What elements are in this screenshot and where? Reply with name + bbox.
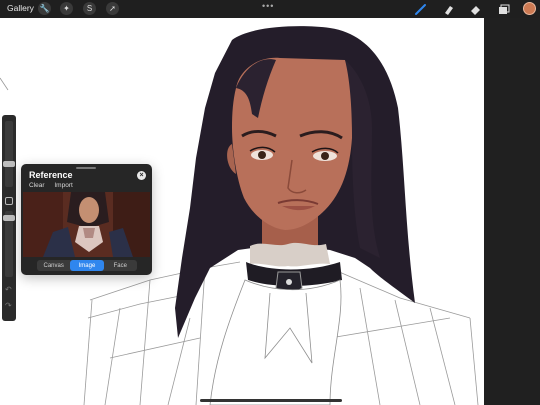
brush-size-slider[interactable] bbox=[3, 121, 15, 187]
more-menu-button[interactable]: ••• bbox=[262, 1, 274, 11]
undo-icon[interactable]: ↶ bbox=[5, 285, 12, 294]
opacity-slider[interactable] bbox=[3, 211, 15, 277]
modify-button[interactable] bbox=[5, 197, 13, 205]
drag-handle[interactable] bbox=[76, 167, 96, 169]
wrench-icon[interactable]: 🔧 bbox=[38, 2, 51, 15]
tab-face[interactable]: Face bbox=[104, 260, 137, 271]
close-icon[interactable]: × bbox=[137, 171, 146, 180]
right-panel bbox=[484, 18, 540, 405]
smudge-icon[interactable] bbox=[441, 2, 455, 16]
home-indicator bbox=[200, 399, 342, 402]
adjustments-icon[interactable]: ✦ bbox=[60, 2, 73, 15]
brush-icon[interactable] bbox=[413, 2, 427, 16]
redo-icon[interactable]: ↷ bbox=[5, 301, 12, 310]
reference-mode-tabs: Canvas Image Face bbox=[37, 260, 137, 271]
left-sidebar: ↶ ↷ bbox=[2, 115, 16, 321]
reference-title: Reference bbox=[29, 170, 73, 180]
top-toolbar: Gallery 🔧 ✦ S ➚ ••• bbox=[0, 0, 540, 18]
tab-canvas[interactable]: Canvas bbox=[37, 260, 70, 271]
tab-image[interactable]: Image bbox=[70, 260, 104, 271]
reference-image bbox=[23, 192, 150, 257]
clear-button[interactable]: Clear bbox=[29, 182, 45, 189]
transform-icon[interactable]: ➚ bbox=[106, 2, 119, 15]
gallery-button[interactable]: Gallery bbox=[7, 3, 34, 13]
brush-size-thumb[interactable] bbox=[3, 161, 15, 167]
selection-icon[interactable]: S bbox=[83, 2, 96, 15]
opacity-thumb[interactable] bbox=[3, 215, 15, 221]
color-swatch-button[interactable] bbox=[523, 2, 536, 15]
eraser-icon[interactable] bbox=[468, 2, 482, 16]
reference-window[interactable]: Reference × Clear Import Canvas Image Fa… bbox=[21, 164, 152, 275]
layers-icon[interactable] bbox=[496, 2, 510, 16]
import-button[interactable]: Import bbox=[54, 182, 72, 189]
